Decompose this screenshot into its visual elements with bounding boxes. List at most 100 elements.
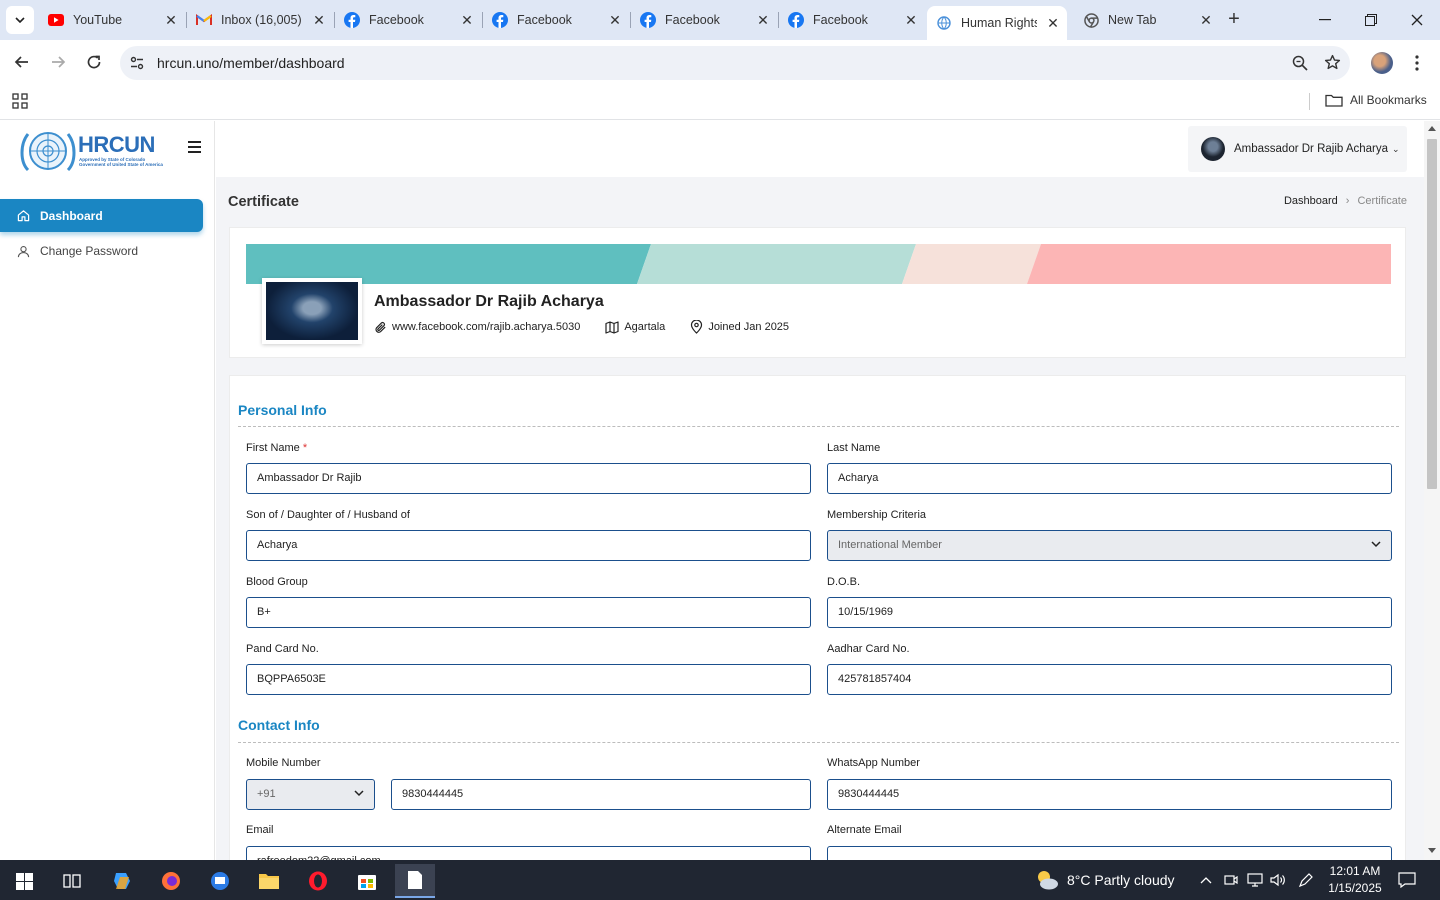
sidebar-item-change-password[interactable]: Change Password <box>0 236 203 266</box>
tab-facebook-3[interactable]: Facebook ✕ <box>632 0 777 40</box>
tab-search-button[interactable] <box>6 6 34 34</box>
folder-icon <box>1325 94 1343 107</box>
member-form-card: Personal Info First Name * Ambassador Dr… <box>229 375 1406 860</box>
hamburger-menu-icon[interactable] <box>188 141 202 153</box>
start-button[interactable] <box>4 864 44 898</box>
all-bookmarks-button[interactable]: All Bookmarks <box>1325 93 1427 107</box>
site-settings-icon[interactable] <box>129 55 145 71</box>
page-scrollbar[interactable] <box>1424 121 1440 860</box>
minimize-button[interactable] <box>1313 8 1337 32</box>
forward-button[interactable] <box>46 50 70 74</box>
copilot-app[interactable] <box>102 864 142 898</box>
close-tab-icon[interactable]: ✕ <box>1045 15 1061 31</box>
windows-taskbar: 8°C Partly cloudy 12:01 AM 1/15/2025 <box>0 860 1440 900</box>
volume-button[interactable] <box>1268 870 1288 890</box>
first-name-input[interactable]: Ambassador Dr Rajib <box>246 463 811 494</box>
breadcrumb-dashboard-link[interactable]: Dashboard <box>1284 195 1338 207</box>
last-name-input[interactable]: Acharya <box>827 463 1392 494</box>
chevron-down-icon: ⌄ <box>1392 143 1400 154</box>
scrollbar-thumb[interactable] <box>1427 139 1437 489</box>
facebook-icon <box>640 12 656 28</box>
show-hidden-icons-button[interactable] <box>1196 870 1216 890</box>
dob-input[interactable]: 10/15/1969 <box>827 597 1392 628</box>
country-code-select[interactable]: +91 <box>246 779 375 810</box>
reload-icon <box>87 55 101 69</box>
close-tab-icon[interactable]: ✕ <box>903 12 919 28</box>
meet-now-button[interactable] <box>1221 870 1241 890</box>
profile-avatar[interactable] <box>1371 52 1393 74</box>
relation-input[interactable]: Acharya <box>246 530 811 561</box>
scroll-up-icon[interactable] <box>1428 126 1436 131</box>
page-title: Certificate <box>228 194 299 210</box>
blood-group-input[interactable]: B+ <box>246 597 811 628</box>
new-tab-button[interactable]: + <box>1224 9 1244 30</box>
document-icon <box>408 871 422 889</box>
chevron-down-icon <box>354 790 364 797</box>
zoom-icon[interactable] <box>1292 55 1308 71</box>
restore-icon <box>1365 14 1377 26</box>
tab-new-tab[interactable]: New Tab ✕ <box>1075 0 1220 40</box>
reload-button[interactable] <box>82 50 106 74</box>
tab-youtube[interactable]: YouTube ✕ <box>40 0 185 40</box>
profile-website[interactable]: www.facebook.com/rajib.acharya.5030 <box>374 321 580 334</box>
avatar <box>1201 137 1225 161</box>
mobile-input[interactable]: 9830444445 <box>391 779 811 810</box>
profile-banner <box>246 244 1391 284</box>
notepad-app[interactable] <box>395 864 435 898</box>
minimize-icon <box>1319 19 1331 21</box>
tab-facebook-2[interactable]: Facebook ✕ <box>484 0 629 40</box>
close-tab-icon[interactable]: ✕ <box>607 12 623 28</box>
sidebar-item-label: Change Password <box>40 244 139 258</box>
youtube-icon <box>48 12 64 28</box>
tab-facebook-4[interactable]: Facebook ✕ <box>780 0 925 40</box>
tab-facebook-1[interactable]: Facebook ✕ <box>336 0 481 40</box>
store-app[interactable] <box>347 864 387 898</box>
close-tab-icon[interactable]: ✕ <box>459 12 475 28</box>
tab-title: New Tab <box>1108 13 1157 27</box>
hrcun-logo[interactable]: HRCUN Approved by State of Colorado Gove… <box>18 126 163 178</box>
firefox-icon <box>162 872 180 890</box>
restore-button[interactable] <box>1359 8 1383 32</box>
more-menu-icon[interactable] <box>1415 55 1419 71</box>
notifications-button[interactable] <box>1397 870 1417 890</box>
speaker-icon <box>1270 873 1285 887</box>
tab-human-rights[interactable]: Human Rights ✕ <box>927 6 1067 40</box>
alt-email-input[interactable] <box>827 846 1392 860</box>
membership-value: International Member <box>838 539 942 551</box>
email-input[interactable]: rafreedom22@gmail.com <box>246 846 811 860</box>
file-explorer-app[interactable] <box>249 864 289 898</box>
back-button[interactable] <box>10 50 34 74</box>
tab-title: Facebook <box>665 13 720 27</box>
firefox-app[interactable] <box>151 864 191 898</box>
task-view-button[interactable] <box>52 864 92 898</box>
close-tab-icon[interactable]: ✕ <box>311 12 327 28</box>
pen-button[interactable] <box>1296 870 1316 890</box>
tab-title: Facebook <box>517 13 572 27</box>
tab-gmail[interactable]: Inbox (16,005) ✕ <box>188 0 333 40</box>
logo-text: HRCUN <box>78 132 155 157</box>
scroll-down-icon[interactable] <box>1428 848 1436 853</box>
aadhar-input[interactable]: 425781857404 <box>827 664 1392 695</box>
weather-widget[interactable]: 8°C Partly cloudy <box>1034 868 1175 892</box>
close-tab-icon[interactable]: ✕ <box>755 12 771 28</box>
network-button[interactable] <box>1245 870 1265 890</box>
opera-app[interactable] <box>298 864 338 898</box>
arrow-left-icon <box>14 56 28 68</box>
close-tab-icon[interactable]: ✕ <box>1198 12 1214 28</box>
bookmark-star-icon[interactable] <box>1324 54 1341 71</box>
whatsapp-input[interactable]: 9830444445 <box>827 779 1392 810</box>
location-pin-icon <box>691 320 703 334</box>
network-icon <box>1247 873 1263 887</box>
remote-desktop-app[interactable] <box>200 864 240 898</box>
windows-logo-icon <box>15 872 33 890</box>
close-window-button[interactable] <box>1405 8 1429 32</box>
close-tab-icon[interactable]: ✕ <box>163 12 179 28</box>
apps-grid-icon[interactable] <box>12 93 28 109</box>
taskbar-clock[interactable]: 12:01 AM 1/15/2025 <box>1322 863 1388 897</box>
address-bar[interactable]: hrcun.uno/member/dashboard <box>120 46 1350 80</box>
user-menu-button[interactable]: Ambassador Dr Rajib Acharya ⌄ <box>1188 126 1407 172</box>
sidebar-item-dashboard[interactable]: Dashboard <box>0 199 203 232</box>
chevron-up-icon <box>1200 876 1212 883</box>
pan-input[interactable]: BQPPA6503E <box>246 664 811 695</box>
membership-select[interactable]: International Member <box>827 530 1392 561</box>
